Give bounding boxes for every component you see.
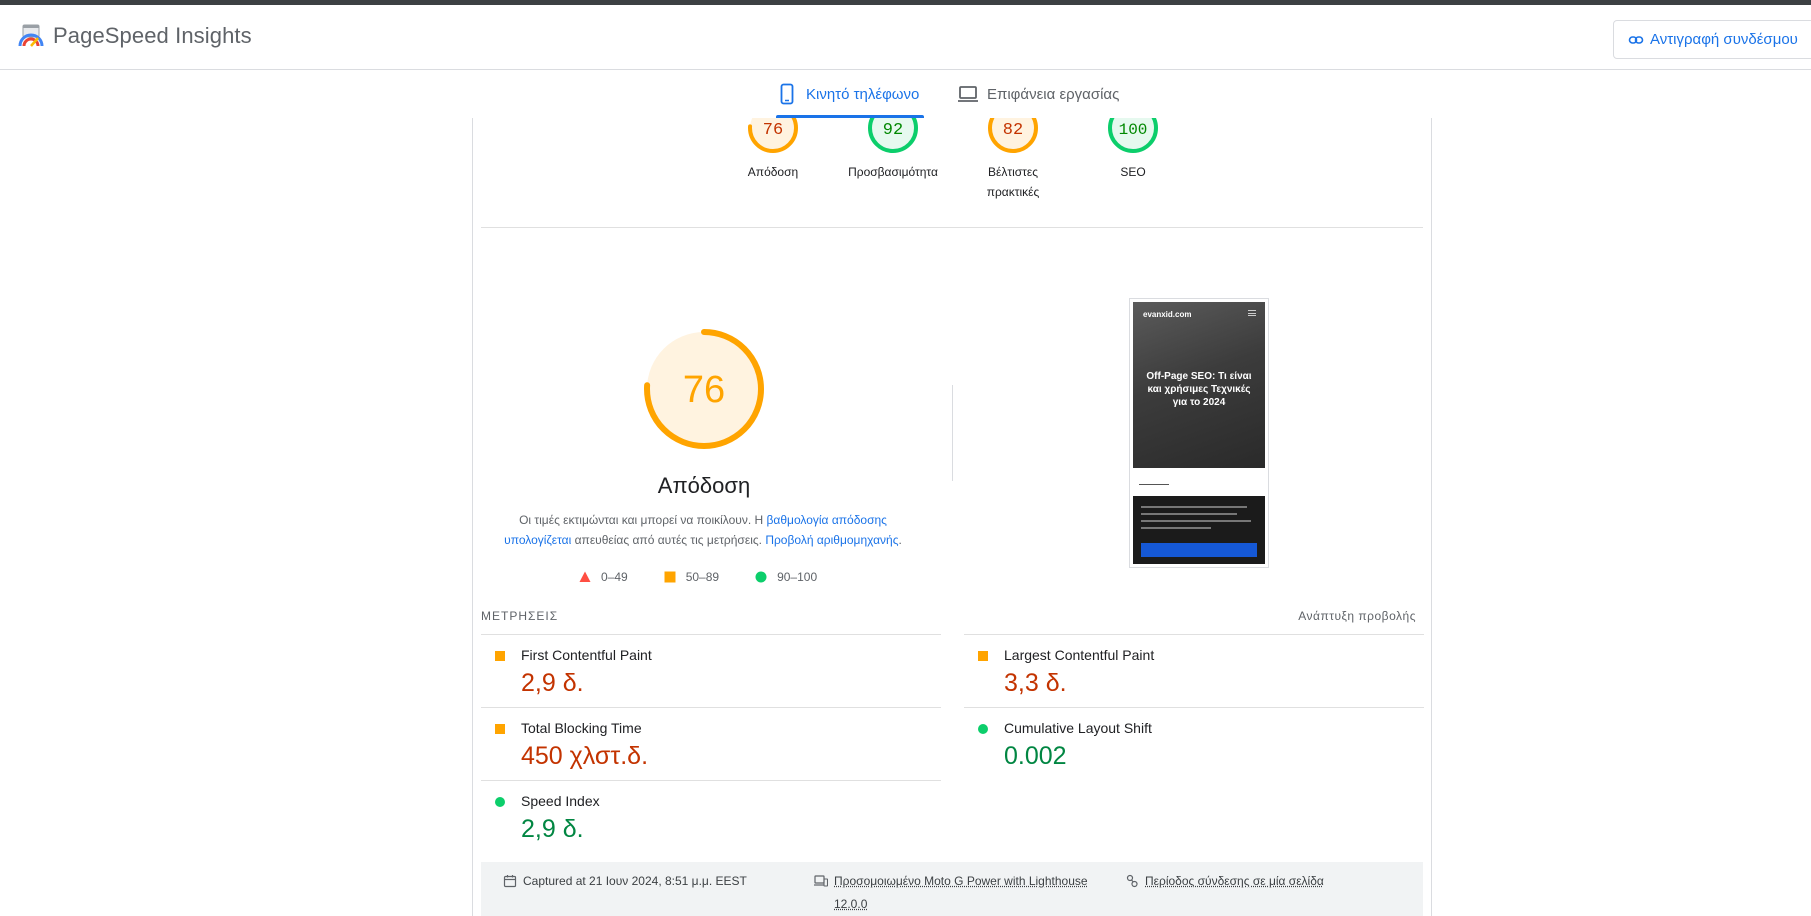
category-label-line2: πρακτικές xyxy=(986,185,1040,199)
app-header: PageSpeed Insights Αντιγραφή συνδέσμου xyxy=(0,5,1811,70)
average-indicator-icon xyxy=(978,651,988,661)
gauge-ring: 82 xyxy=(988,118,1038,153)
metric-name: Cumulative Layout Shift xyxy=(1004,720,1152,736)
metric-cls: Cumulative Layout Shift 0.002 xyxy=(964,707,1424,780)
screenshot-footer-block xyxy=(1133,496,1265,564)
circle-icon xyxy=(755,571,767,583)
emulated-device[interactable]: Προσομοιωμένο Moto G Power with Lighthou… xyxy=(814,870,1088,916)
session-text: Περίοδος σύνδεσης σε μία σελίδα xyxy=(1145,874,1324,888)
category-label: Βέλτιστες πρακτικές xyxy=(953,162,1073,202)
metric-value: 2,9 δ. xyxy=(521,669,584,697)
category-label: SEO xyxy=(1120,165,1146,179)
square-icon xyxy=(664,571,676,583)
gauge-ring: 100 xyxy=(1108,118,1158,153)
metric-tbt: Total Blocking Time 450 χλστ.δ. xyxy=(481,707,941,780)
metric-name: Speed Index xyxy=(521,793,600,809)
category-label-line1: Βέλτιστες xyxy=(987,165,1039,179)
performance-score: 76 xyxy=(683,369,725,411)
app-title: PageSpeed Insights xyxy=(53,22,252,48)
desc-text-3: . xyxy=(898,533,902,547)
category-gauge-performance[interactable]: 76 Απόδοση xyxy=(713,118,833,182)
page-screenshot-thumbnail[interactable]: evanxid.com Off-Page SEO: Τι είναι και χ… xyxy=(1129,298,1269,568)
legend-range: 90–100 xyxy=(777,570,818,584)
tab-mobile[interactable]: Κινητό τηλέφωνο xyxy=(776,70,919,118)
category-gauge-accessibility[interactable]: 92 Προσβασιμότητα xyxy=(833,118,953,182)
category-label: Προσβασιμότητα xyxy=(848,165,938,179)
average-indicator-icon xyxy=(495,724,505,734)
tab-desktop[interactable]: Επιφάνεια εργασίας xyxy=(957,70,1119,118)
gauge-ring: 92 xyxy=(868,118,918,153)
pagespeed-logo-icon xyxy=(18,24,44,47)
section-divider xyxy=(481,227,1423,228)
report-card: 76 Απόδοση 92 Προσβασιμότητα 82 Βέλτιστε… xyxy=(472,118,1432,916)
category-gauge-best-practices[interactable]: 82 Βέλτιστες πρακτικές xyxy=(953,118,1073,202)
category-score: 100 xyxy=(1119,121,1148,139)
screenshot-button xyxy=(1141,543,1257,557)
legend-range: 0–49 xyxy=(601,570,628,584)
captured-at-text: Captured at 21 Ιουν 2024, 8:51 μ.μ. EEST xyxy=(523,874,747,888)
metric-name: First Contentful Paint xyxy=(521,647,652,663)
tab-desktop-label: Επιφάνεια εργασίας xyxy=(987,85,1120,103)
session-type[interactable]: Περίοδος σύνδεσης σε μία σελίδα xyxy=(1125,870,1324,893)
metric-name: Total Blocking Time xyxy=(521,720,642,736)
category-score: 76 xyxy=(763,121,783,140)
captured-at: Captured at 21 Ιουν 2024, 8:51 μ.μ. EEST xyxy=(503,870,747,893)
metric-speed-index: Speed Index 2,9 δ. xyxy=(481,780,941,853)
run-info-footer: Captured at 21 Ιουν 2024, 8:51 μ.μ. EEST… xyxy=(481,862,1423,916)
screenshot-heading: Off-Page SEO: Τι είναι και χρήσιμες Τεχν… xyxy=(1146,371,1252,408)
link-icon xyxy=(1628,35,1644,44)
metric-name: Largest Contentful Paint xyxy=(1004,647,1155,663)
device-line1: Προσομοιωμένο Moto G Power with Lighthou… xyxy=(834,874,1088,888)
smartphone-icon xyxy=(780,83,794,105)
metric-lcp: Largest Contentful Paint 3,3 δ. xyxy=(964,634,1424,707)
screenshot-site-name: evanxid.com xyxy=(1143,310,1192,319)
category-label: Απόδοση xyxy=(747,165,799,179)
laptop-icon xyxy=(958,86,978,102)
vertical-divider xyxy=(952,385,953,481)
triangle-icon xyxy=(579,571,591,582)
desc-text-1: Οι τιμές εκτιμώνται και μπορεί να ποικίλ… xyxy=(519,513,767,527)
view-calculator-link[interactable]: Προβολή αριθμομηχανής xyxy=(765,533,898,547)
device-tabs: Κινητό τηλέφωνο Επιφάνεια εργασίας xyxy=(0,70,1811,118)
legend-range: 50–89 xyxy=(685,570,720,584)
average-indicator-icon xyxy=(495,651,505,661)
session-icon xyxy=(1126,874,1138,888)
metric-value: 0.002 xyxy=(1004,742,1067,770)
tab-mobile-label: Κινητό τηλέφωνο xyxy=(806,85,920,103)
score-legend: 0–49 50–89 90–100 xyxy=(579,570,853,584)
expand-view-toggle[interactable]: Ανάπτυξη προβολής xyxy=(1298,609,1416,623)
legend-item-fail: 0–49 xyxy=(579,570,628,584)
hamburger-menu-icon xyxy=(1248,310,1256,316)
gauge-ring: 76 xyxy=(748,118,798,153)
metrics-heading: ΜΕΤΡΗΣΕΙΣ xyxy=(481,609,559,623)
copy-link-button[interactable]: Αντιγραφή συνδέσμου xyxy=(1613,20,1811,59)
performance-title: Απόδοση xyxy=(657,473,751,498)
performance-description: Οι τιμές εκτιμώνται και μπορεί να ποικίλ… xyxy=(493,510,913,550)
metric-fcp: First Contentful Paint 2,9 δ. xyxy=(481,634,941,707)
category-gauge-seo[interactable]: 100 SEO xyxy=(1073,118,1193,182)
category-score: 82 xyxy=(1003,121,1023,140)
metric-value: 450 χλστ.δ. xyxy=(521,742,649,770)
desc-text-2: απευθείας από αυτές τις μετρήσεις. xyxy=(571,533,766,547)
calendar-icon xyxy=(503,875,517,888)
screenshot-hero-image: evanxid.com Off-Page SEO: Τι είναι και χ… xyxy=(1133,302,1265,468)
legend-item-pass: 90–100 xyxy=(755,570,817,584)
device-line2: 12.0.0 xyxy=(834,897,868,911)
pass-indicator-icon xyxy=(978,724,988,734)
pass-indicator-icon xyxy=(495,797,505,807)
screenshot-rule xyxy=(1139,484,1169,485)
emulated-device-text: Προσομοιωμένο Moto G Power with Lighthou… xyxy=(834,870,1088,916)
metric-value: 2,9 δ. xyxy=(521,815,584,843)
devices-icon xyxy=(814,875,828,887)
app-logo[interactable]: PageSpeed Insights xyxy=(18,22,252,49)
category-score: 92 xyxy=(883,121,903,140)
metric-value: 3,3 δ. xyxy=(1004,669,1067,697)
copy-link-label: Αντιγραφή συνδέσμου xyxy=(1650,31,1798,48)
performance-gauge: 76 xyxy=(644,329,764,449)
legend-item-average: 50–89 xyxy=(664,570,719,584)
